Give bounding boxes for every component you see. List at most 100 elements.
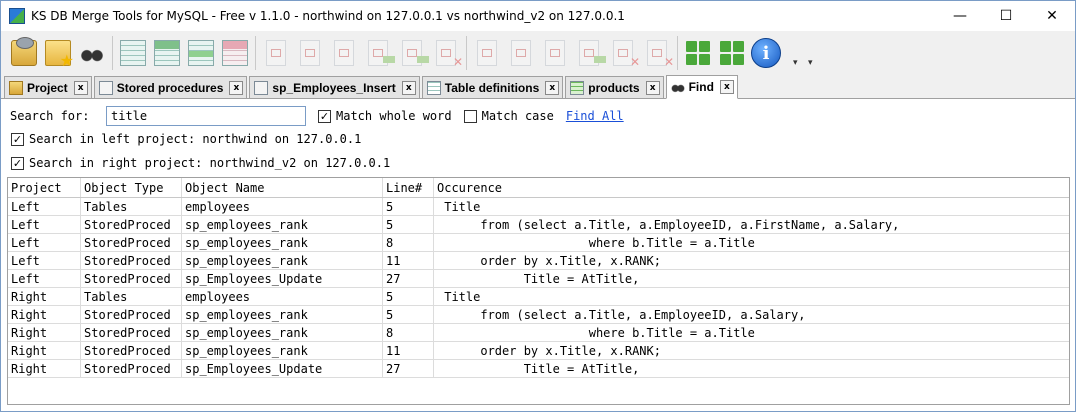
- copy-to-right-button[interactable]: [361, 34, 395, 72]
- column-header-project[interactable]: Project: [8, 178, 81, 197]
- merge-to-right-button[interactable]: [395, 34, 429, 72]
- object-type-cell: StoredProced: [81, 216, 182, 233]
- uncheck-button[interactable]: [293, 34, 327, 72]
- tab-close-button[interactable]: x: [645, 80, 660, 95]
- object-type-cell: StoredProced: [81, 252, 182, 269]
- project-cell: Left: [8, 270, 81, 287]
- project-cell: Left: [8, 216, 81, 233]
- toolbar-overflow-icon[interactable]: ▾ ▾: [793, 57, 817, 68]
- column-header-line[interactable]: Line#: [383, 178, 434, 197]
- document-check-icon: [266, 40, 286, 66]
- toolbar-separator: [255, 36, 256, 70]
- arrows-icon: [720, 41, 744, 65]
- object-type-cell: StoredProced: [81, 306, 182, 323]
- find-button[interactable]: [75, 34, 109, 72]
- left-scope-option[interactable]: ✓ Search in left project: northwind on 1…: [11, 130, 361, 148]
- tab-close-button[interactable]: x: [401, 80, 416, 95]
- check-button[interactable]: [259, 34, 293, 72]
- tab-close-button[interactable]: x: [719, 80, 734, 94]
- navigate-button[interactable]: [715, 34, 749, 72]
- table-row[interactable]: Right StoredProced sp_employees_rank 8 wher…: [8, 324, 1069, 342]
- tab-products[interactable]: products x: [565, 76, 664, 98]
- object-name-cell: sp_Employees_Update: [182, 360, 383, 377]
- toggle-right-button[interactable]: [538, 34, 572, 72]
- search-row: Search for: ✓ Match whole word Match cas…: [10, 105, 624, 127]
- left-scope-checkbox[interactable]: ✓: [11, 132, 24, 146]
- object-name-cell: employees: [182, 198, 383, 215]
- match-whole-word-checkbox[interactable]: ✓: [318, 109, 331, 123]
- minimize-button[interactable]: —: [937, 1, 983, 31]
- tab-close-button[interactable]: x: [545, 80, 560, 95]
- tab-find[interactable]: Find x: [665, 75, 738, 99]
- document-tabs: Project x Stored procedures x sp_Employe…: [1, 75, 1075, 99]
- window-title: KS DB Merge Tools for MySQL - Free v 1.1…: [31, 9, 625, 23]
- copy-right-icon: [368, 40, 395, 66]
- tab-table-definitions[interactable]: Table definitions x: [421, 76, 564, 98]
- search-input[interactable]: [106, 106, 306, 126]
- column-header-occurence[interactable]: Occurence: [434, 178, 1064, 197]
- table-row[interactable]: Right StoredProced sp_Employees_Update 27 T…: [8, 360, 1069, 378]
- check-right-button[interactable]: [470, 34, 504, 72]
- delete-left-button[interactable]: [640, 34, 674, 72]
- tab-stored-procedures[interactable]: Stored procedures x: [93, 76, 248, 98]
- object-name-cell: sp_Employees_Update: [182, 270, 383, 287]
- right-scope-option[interactable]: ✓ Search in right project: northwind_v2 …: [11, 154, 390, 172]
- line-cell: 27: [383, 360, 434, 377]
- show-all-button[interactable]: [116, 34, 150, 72]
- copy-to-left-button[interactable]: [572, 34, 606, 72]
- tab-label: Project: [27, 80, 68, 95]
- grid-icon: [426, 80, 441, 95]
- table-row[interactable]: Right Tables employees 5 Title: [8, 288, 1069, 306]
- tab-project[interactable]: Project x: [4, 76, 92, 98]
- table-row[interactable]: Left StoredProced sp_employees_rank 8 where…: [8, 234, 1069, 252]
- table-row[interactable]: Left StoredProced sp_employees_rank 11 orde…: [8, 252, 1069, 270]
- match-case-option[interactable]: Match case: [463, 109, 554, 123]
- find-all-link[interactable]: Find All: [566, 109, 624, 123]
- show-deleted-button[interactable]: [218, 34, 252, 72]
- tab-label: sp_Employees_Insert: [272, 80, 396, 95]
- toggle-check-button[interactable]: [327, 34, 361, 72]
- table-row[interactable]: Left Tables employees 5 Title: [8, 198, 1069, 216]
- table-row[interactable]: Left StoredProced sp_employees_rank 5 from …: [8, 216, 1069, 234]
- object-type-cell: StoredProced: [81, 324, 182, 341]
- right-scope-checkbox[interactable]: ✓: [11, 156, 24, 170]
- document-icon: [511, 40, 531, 66]
- show-different-button[interactable]: [150, 34, 184, 72]
- tab-close-button[interactable]: x: [73, 80, 88, 95]
- copy-left-icon: [579, 40, 606, 66]
- results-header: Project Object Type Object Name Line# Oc…: [8, 178, 1069, 198]
- binoculars-icon: [79, 40, 105, 66]
- match-case-checkbox[interactable]: [463, 109, 477, 123]
- object-name-cell: sp_employees_rank: [182, 234, 383, 251]
- table-row[interactable]: Left StoredProced sp_Employees_Update 27 Ti…: [8, 270, 1069, 288]
- expand-collapse-button[interactable]: [681, 34, 715, 72]
- merge-to-left-button[interactable]: [606, 34, 640, 72]
- project-cell: Right: [8, 288, 81, 305]
- grid-icon: [120, 40, 146, 66]
- open-project-button[interactable]: [41, 34, 75, 72]
- maximize-button[interactable]: ☐: [983, 1, 1029, 31]
- close-button[interactable]: ✕: [1029, 1, 1075, 31]
- delete-right-button[interactable]: [429, 34, 463, 72]
- tab-close-button[interactable]: x: [229, 80, 244, 95]
- arrows-icon: [686, 41, 710, 65]
- line-cell: 5: [383, 288, 434, 305]
- table-row[interactable]: Right StoredProced sp_employees_rank 11 ord…: [8, 342, 1069, 360]
- merge-right-icon: [402, 40, 429, 66]
- table-row[interactable]: Right StoredProced sp_employees_rank 5 from…: [8, 306, 1069, 324]
- tab-sp-employees-insert[interactable]: sp_Employees_Insert x: [249, 76, 420, 98]
- uncheck-right-button[interactable]: [504, 34, 538, 72]
- grid-diff-icon: [154, 40, 180, 66]
- object-type-cell: StoredProced: [81, 234, 182, 251]
- results-body: Left Tables employees 5 Title Left StoredProc…: [8, 198, 1069, 378]
- about-button[interactable]: i: [749, 34, 783, 72]
- object-name-cell: sp_employees_rank: [182, 324, 383, 341]
- show-new-button[interactable]: [184, 34, 218, 72]
- line-cell: 8: [383, 324, 434, 341]
- match-whole-word-option[interactable]: ✓ Match whole word: [318, 109, 452, 123]
- column-header-object-type[interactable]: Object Type: [81, 178, 182, 197]
- line-cell: 11: [383, 342, 434, 359]
- new-project-button[interactable]: [7, 34, 41, 72]
- column-header-object-name[interactable]: Object Name: [182, 178, 383, 197]
- document-icon: [300, 40, 320, 66]
